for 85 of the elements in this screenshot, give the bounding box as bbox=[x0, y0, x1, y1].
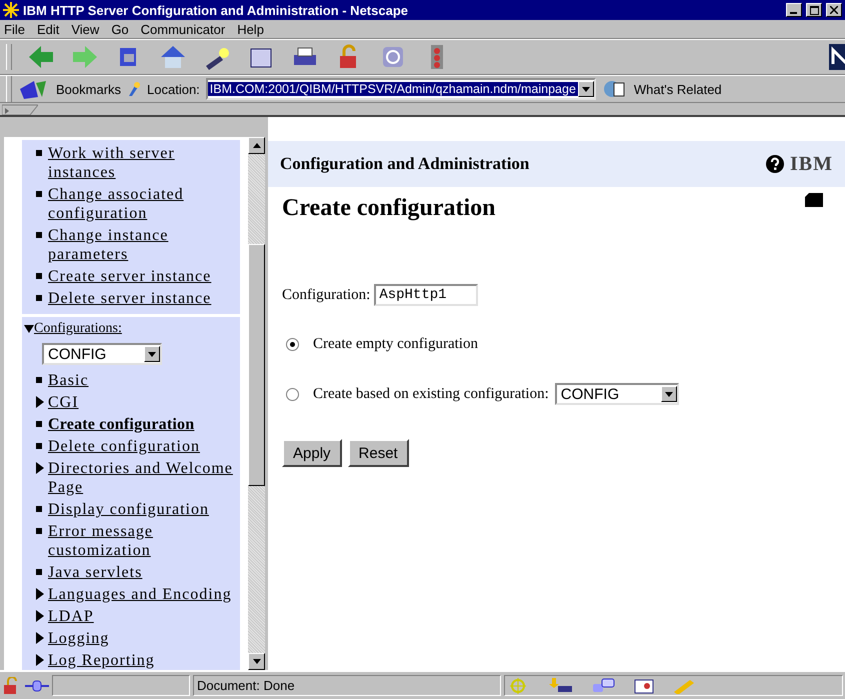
sidebar-link[interactable]: Display configuration bbox=[24, 500, 236, 519]
sidebar-link[interactable]: CGI bbox=[24, 393, 236, 412]
caret-down-icon bbox=[148, 352, 156, 356]
bullet-icon bbox=[36, 443, 42, 449]
sidebar-link[interactable]: Change associated configuration bbox=[24, 185, 236, 223]
menu-item[interactable]: View bbox=[71, 22, 100, 36]
menu-item[interactable]: Edit bbox=[36, 22, 60, 36]
menu-item[interactable]: File bbox=[4, 22, 25, 36]
menu-item[interactable]: Help bbox=[237, 22, 264, 36]
scroll-up-button[interactable] bbox=[248, 137, 265, 154]
form-button[interactable]: Reset bbox=[348, 439, 409, 467]
logo: IBM bbox=[790, 152, 833, 176]
config-select[interactable]: CONFIG bbox=[42, 343, 162, 365]
caret-down-icon bbox=[582, 86, 590, 92]
triangle-right-icon bbox=[36, 396, 44, 408]
connection-icon bbox=[25, 678, 49, 692]
triangle-down-icon bbox=[24, 324, 34, 334]
bullet-icon bbox=[36, 528, 42, 534]
address-card-icon[interactable] bbox=[634, 678, 654, 694]
bookmarks-button[interactable]: Bookmarks bbox=[18, 79, 122, 99]
sidebar-link[interactable]: Logging bbox=[24, 629, 236, 648]
netscape-logo-icon bbox=[829, 44, 845, 70]
bullet-icon bbox=[36, 232, 42, 238]
menu-item[interactable]: Communicator bbox=[140, 22, 226, 36]
dropdown-button[interactable] bbox=[578, 81, 594, 97]
menu-item[interactable]: Go bbox=[111, 22, 129, 36]
input-field[interactable]: AspHttp1 bbox=[374, 284, 478, 306]
sidebar-link[interactable]: Change instance parameters bbox=[24, 226, 236, 264]
inbox-icon[interactable] bbox=[548, 678, 574, 694]
bullet-icon bbox=[36, 506, 42, 512]
scroll-down-button[interactable] bbox=[248, 653, 265, 670]
sidebar-link[interactable]: Languages and Encoding bbox=[24, 585, 236, 604]
bullet-icon bbox=[36, 191, 42, 197]
sidebar-link[interactable]: Directories and Welcome Page bbox=[24, 459, 236, 497]
sparkle-icon bbox=[3, 2, 19, 18]
status-text: Document: Done bbox=[197, 678, 295, 693]
dropdown-button[interactable] bbox=[144, 346, 160, 362]
option-label: Create based on existing configuration: bbox=[313, 386, 549, 402]
bullet-icon bbox=[36, 569, 42, 575]
sidebar-link[interactable]: Java servlets bbox=[24, 563, 236, 582]
field-label: Configuration: bbox=[282, 286, 370, 304]
radio-button[interactable] bbox=[286, 338, 299, 351]
scrollbar[interactable] bbox=[248, 137, 265, 670]
caret-down-icon bbox=[664, 392, 673, 396]
location-icon bbox=[127, 81, 142, 97]
caret-up-icon bbox=[252, 143, 260, 148]
page-title: Create configuration bbox=[282, 195, 496, 222]
close-icon bbox=[830, 6, 838, 14]
triangle-right-icon bbox=[36, 610, 44, 622]
section-heading[interactable]: Configurations: bbox=[24, 321, 236, 337]
sidebar-link[interactable]: Log Reporting bbox=[24, 651, 236, 670]
sidebar-link[interactable]: Basic bbox=[24, 371, 236, 390]
bullet-icon bbox=[36, 150, 42, 156]
maximize-button[interactable] bbox=[806, 3, 822, 17]
config-select[interactable]: CONFIG bbox=[554, 383, 679, 405]
triangle-right-icon bbox=[36, 588, 44, 600]
triangle-right-icon bbox=[36, 462, 44, 474]
maximize-icon bbox=[810, 6, 818, 14]
bullet-icon bbox=[36, 295, 42, 301]
collapse-tab-icon[interactable] bbox=[2, 104, 38, 115]
speech-bubbles-icon[interactable] bbox=[592, 678, 616, 694]
sidebar-link[interactable]: Delete configuration bbox=[24, 437, 236, 456]
whats-related-button[interactable]: What's Related bbox=[602, 79, 722, 99]
location-label: Location: bbox=[147, 82, 200, 96]
sidebar-link[interactable]: Error message customization bbox=[24, 522, 236, 560]
sidebar-link[interactable]: Create server instance bbox=[24, 267, 236, 286]
window-title: IBM HTTP Server Configuration and Administration - Netscape bbox=[23, 2, 409, 18]
sidebar-link[interactable]: LDAP bbox=[24, 607, 236, 626]
bullet-icon bbox=[36, 377, 42, 383]
bullet-icon bbox=[36, 273, 42, 279]
minimize-button[interactable] bbox=[786, 3, 802, 17]
bullet-icon bbox=[36, 421, 42, 427]
triangle-right-icon bbox=[36, 654, 44, 666]
sidebar-link[interactable]: Work with server instances bbox=[24, 144, 236, 182]
option-label: Create empty configuration bbox=[313, 336, 478, 353]
radio-button[interactable] bbox=[286, 388, 299, 400]
triangle-right-icon bbox=[36, 632, 44, 644]
caret-down-icon bbox=[252, 659, 260, 664]
form-button[interactable]: Apply bbox=[282, 439, 342, 467]
close-button[interactable] bbox=[826, 3, 842, 17]
header-title: Configuration and Administration bbox=[280, 154, 530, 174]
sidebar-link[interactable]: Create configuration bbox=[24, 415, 236, 434]
dropdown-button[interactable] bbox=[660, 386, 677, 402]
sidebar-link[interactable]: Delete server instance bbox=[24, 289, 236, 308]
url-field[interactable]: IBM.COM:2001/QIBM/HTTPSVR/Admin/qzhamain.ndm/mainpage bbox=[206, 78, 596, 100]
